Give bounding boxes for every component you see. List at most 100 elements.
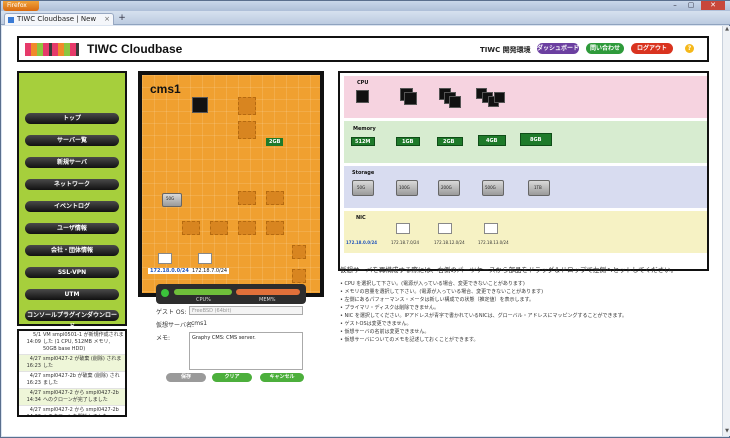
log-row: 4/27 14:34 smpl0427-2 から smpl0427-2b へのクロ… bbox=[19, 389, 125, 406]
log-row: 4/27 16:23 smpl0427-2 が破棄 (削除) されました bbox=[19, 355, 125, 372]
disk-slot[interactable] bbox=[266, 221, 284, 235]
instruction-item: • プライマリ・ディスクは削除できません。 bbox=[340, 305, 440, 311]
disk-slot[interactable] bbox=[238, 221, 256, 235]
minimize-button[interactable]: – bbox=[667, 1, 683, 10]
server-name-label: 仮想サーバ名: bbox=[156, 322, 194, 329]
cpu-2-icon[interactable] bbox=[404, 92, 417, 105]
memory-parts-row: Memory 512M 1GB 2GB 4GB 8GB bbox=[344, 121, 707, 163]
log-time: 4/27 16:23 bbox=[26, 356, 41, 369]
close-window-button[interactable]: ✕ bbox=[701, 1, 725, 10]
nav-console-plugin-download[interactable]: コンソールプラグインダウンロード bbox=[25, 310, 119, 330]
nic-ip-label: 172.18.12.0/24 bbox=[434, 240, 465, 245]
disk-slot[interactable] bbox=[266, 191, 284, 205]
guest-os-select[interactable]: FreeBSD (64bit) bbox=[189, 306, 303, 315]
app-title: TIWC Cloudbase bbox=[87, 42, 183, 56]
cpu-meter-label: CPU% bbox=[196, 297, 211, 303]
scroll-down-icon[interactable]: ▼ bbox=[723, 428, 730, 436]
log-text: smpl0427-2 から smpl0427-2b へのクローンを開始しました bbox=[43, 407, 119, 417]
cpu-chip-icon[interactable] bbox=[192, 97, 208, 113]
memo-label: メモ: bbox=[156, 335, 171, 342]
log-text: smpl0427-2 から smpl0427-2b へのクローンが完了しました bbox=[43, 390, 119, 403]
logout-button[interactable]: ログアウト bbox=[631, 43, 673, 54]
disk-size-label: 200G bbox=[441, 185, 452, 190]
nav-top[interactable]: トップ bbox=[25, 113, 119, 124]
mem-meter-label: MEM% bbox=[259, 297, 276, 303]
nav-utm[interactable]: UTM bbox=[25, 289, 119, 300]
nav-user-info[interactable]: ユーザ情報 bbox=[25, 223, 119, 234]
save-button[interactable]: 保存 bbox=[166, 373, 206, 382]
log-row: 4/27 16:23 smpl0427-2b が破棄 (削除) されました bbox=[19, 372, 125, 389]
memory-size-label: 512M bbox=[355, 139, 371, 145]
cpu-4-icon[interactable] bbox=[449, 96, 461, 108]
cpu-slot[interactable] bbox=[238, 121, 256, 139]
memory-size-label: 4GB bbox=[486, 138, 498, 144]
nic-card-icon[interactable] bbox=[438, 223, 452, 234]
log-text: smpl0427-2b が破棄 (削除) されました bbox=[43, 373, 120, 386]
memo-textarea[interactable]: Graphy CMS: CMS server. bbox=[189, 332, 303, 370]
nic-card-icon[interactable] bbox=[158, 253, 172, 264]
nav-network[interactable]: ネットワーク bbox=[25, 179, 119, 190]
cpu-1-icon[interactable] bbox=[356, 90, 369, 103]
instruction-item: • NIC を選択してください。IPアドレスが青字で書かれているNICは、グロー… bbox=[340, 313, 628, 319]
server-board: cms1 2GB 50G 172.18.0.0/24 172.18.7.0/24 bbox=[138, 71, 324, 297]
nav-ssl-vpn[interactable]: SSL-VPN bbox=[25, 267, 119, 278]
memory-row-label: Memory bbox=[353, 126, 376, 132]
dashboard-button[interactable]: ダッシュボード bbox=[537, 43, 579, 54]
disk-slot[interactable] bbox=[182, 221, 200, 235]
storage-row-label: Storage bbox=[352, 170, 375, 176]
guest-os-label: ゲスト OS: bbox=[156, 309, 187, 316]
storage-parts-row: Storage 50G 100G 200G 500G 1TB bbox=[344, 166, 707, 208]
memory-module-icon[interactable]: 2GB bbox=[266, 138, 284, 146]
disk-slot[interactable] bbox=[238, 191, 256, 205]
nav-new-server[interactable]: 新規サーバ bbox=[25, 157, 119, 168]
firefox-menu-button[interactable]: Firefox bbox=[3, 1, 39, 11]
vertical-scrollbar[interactable]: ▲ ▼ bbox=[722, 26, 730, 436]
nic-card-icon[interactable] bbox=[198, 253, 212, 264]
scroll-up-icon[interactable]: ▲ bbox=[723, 26, 730, 34]
instruction-item: • メモリの容量を選択して下さい。(電源が入っている場合、変更できないことがあり… bbox=[340, 289, 544, 295]
disk-size-label: 1TB bbox=[534, 185, 542, 190]
disk-slot[interactable] bbox=[210, 221, 228, 235]
instruction-item: • 仮想サーバについてのメモを記述しておくことができます。 bbox=[340, 337, 479, 343]
browser-tab[interactable]: TIWC Cloudbase | New Server × bbox=[4, 13, 114, 34]
page-content: TIWC Cloudbase TIWC 開発環境 ダッシュボード 問い合わせ ロ… bbox=[2, 26, 722, 436]
contact-button[interactable]: 問い合わせ bbox=[586, 43, 624, 54]
log-time: 4/27 16:23 bbox=[26, 373, 41, 386]
nic-card-icon[interactable] bbox=[396, 223, 410, 234]
disk-size-label: 100G bbox=[399, 185, 410, 190]
cpu-slot[interactable] bbox=[238, 97, 256, 115]
nav-event-log[interactable]: イベントログ bbox=[25, 201, 119, 212]
maximize-button[interactable]: ▢ bbox=[683, 1, 699, 10]
nic-slot[interactable] bbox=[292, 269, 306, 283]
instruction-item: • CPU を選択して下さい。(電源が入っている場合、変更できないことがあります… bbox=[340, 281, 525, 287]
nic-card-icon[interactable] bbox=[484, 223, 498, 234]
close-tab-icon[interactable]: × bbox=[104, 14, 110, 25]
favicon-icon bbox=[8, 17, 14, 23]
new-tab-button[interactable]: + bbox=[117, 14, 127, 24]
help-icon[interactable]: ? bbox=[685, 44, 694, 53]
power-lamp-icon bbox=[161, 289, 169, 297]
nic-ip-label: 172.18.0.0/24 bbox=[148, 268, 191, 274]
event-log-panel: 5/1 14:09 VM smpl0501-1 が新規作成されました (1 CPU… bbox=[17, 329, 127, 417]
nav-server-list[interactable]: サーバー覧 bbox=[25, 135, 119, 146]
environment-label: TIWC 開発環境 bbox=[480, 46, 531, 54]
nic-slot[interactable] bbox=[292, 245, 306, 259]
nic-row-label: NIC bbox=[356, 215, 366, 221]
app-header: TIWC Cloudbase TIWC 開発環境 ダッシュボード 問い合わせ ロ… bbox=[17, 36, 709, 62]
log-row: 4/27 14:33 smpl0427-2 から smpl0427-2b へのクロ… bbox=[19, 406, 125, 417]
log-time: 5/1 14:09 bbox=[26, 332, 41, 345]
server-name: cms1 bbox=[150, 82, 181, 96]
cpu-parts-row: CPU bbox=[344, 76, 707, 118]
log-text: VM smpl0501-1 が新規作成されました (1 CPU, 512MB メ… bbox=[43, 332, 124, 352]
instruction-item: • ゲストOSは変更できません。 bbox=[340, 321, 412, 327]
clear-button[interactable]: クリア bbox=[212, 373, 252, 382]
parts-case: CPU Memory 512M 1GB 2GB 4GB 8GB Storage … bbox=[338, 71, 709, 271]
cpu-8-icon[interactable] bbox=[494, 92, 505, 103]
server-name-value: cms1 bbox=[191, 320, 208, 327]
disk-size-label: 500G bbox=[485, 185, 496, 190]
brand-logo bbox=[25, 43, 79, 56]
nav-company-info[interactable]: 会社・団体情報 bbox=[25, 245, 119, 256]
instruction-item: • 左側にあるパフォーマンス・メータは新しい構成での状態（推定値）を表示します。 bbox=[340, 297, 534, 303]
cancel-button[interactable]: キャンセル bbox=[260, 373, 304, 382]
log-time: 4/27 14:33 bbox=[26, 407, 41, 417]
